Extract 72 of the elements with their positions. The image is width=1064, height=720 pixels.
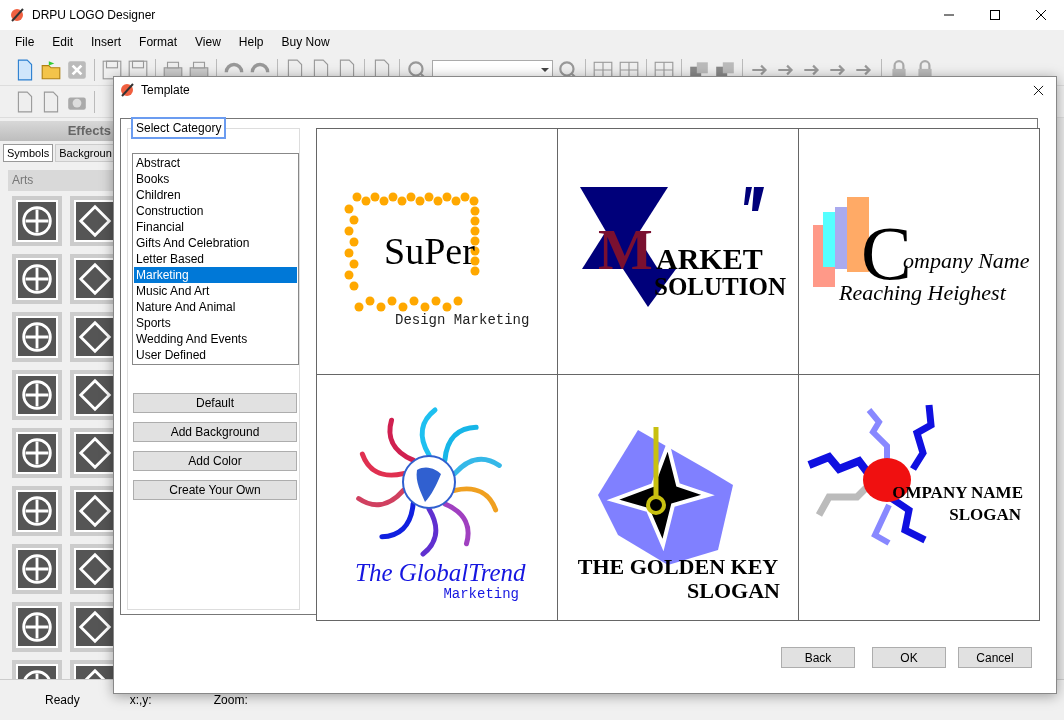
template-tile[interactable]: The GlobalTrend Marketing: [317, 375, 557, 620]
save-icon[interactable]: [101, 58, 123, 81]
category-item[interactable]: Marketing: [134, 267, 297, 283]
panel-tab[interactable]: Symbols: [3, 144, 54, 162]
category-item[interactable]: Letter Based: [134, 251, 297, 267]
category-item[interactable]: Abstract: [134, 155, 297, 171]
symbol-tile[interactable]: [70, 196, 113, 247]
panel-header: Effects: [0, 121, 113, 141]
menu-item[interactable]: Edit: [43, 35, 83, 49]
window-title: DRPU LOGO Designer: [32, 8, 156, 22]
symbol-tile[interactable]: [12, 544, 62, 595]
template-tile[interactable]: SuPer Design Marketing: [317, 129, 557, 374]
panel-tab[interactable]: Backgroun: [55, 144, 113, 162]
action-button[interactable]: Add Background: [133, 422, 297, 442]
action-button[interactable]: Default: [133, 393, 297, 413]
symbol-tile[interactable]: [70, 428, 113, 479]
brush-icon: [119, 82, 135, 98]
section-header: Arts: [8, 170, 113, 192]
symbol-tile[interactable]: [70, 254, 113, 305]
category-item[interactable]: Music And Art: [134, 283, 297, 299]
menu-item[interactable]: Help: [229, 35, 273, 49]
dialog-button[interactable]: Cancel: [958, 647, 1032, 668]
symbol-tile[interactable]: [12, 312, 62, 363]
template-tile[interactable]: THE GOLDEN KEY SLOGAN: [558, 375, 798, 620]
brush-icon: [9, 7, 25, 23]
action-button[interactable]: Add Color: [133, 451, 297, 471]
logo-text: THE GOLDEN KEY: [577, 554, 779, 579]
category-item[interactable]: Nature And Animal: [134, 299, 297, 315]
logo-text: ARKET: [656, 242, 763, 275]
logo-text: Marketing: [443, 586, 519, 602]
category-item[interactable]: Gifts And Celebration: [134, 235, 297, 251]
status-text: Ready: [45, 693, 80, 707]
close-icon[interactable]: [1033, 84, 1044, 96]
action-button[interactable]: Create Your Own: [133, 480, 297, 500]
dialog-title: Template: [141, 83, 190, 97]
category-item[interactable]: Children: [134, 187, 297, 203]
menu-item[interactable]: Format: [130, 35, 187, 49]
symbol-tile[interactable]: [12, 602, 62, 653]
category-item[interactable]: User Defined: [134, 347, 297, 363]
caret-icon[interactable]: [541, 67, 549, 72]
dialog-button[interactable]: OK: [872, 647, 946, 668]
status-text: Zoom:: [213, 693, 248, 707]
category-item[interactable]: Books: [134, 171, 297, 187]
symbol-tile[interactable]: [12, 254, 62, 305]
menu-item[interactable]: File: [6, 35, 44, 49]
menu-item[interactable]: Insert: [82, 35, 131, 49]
logo-text: The GlobalTrend: [355, 559, 526, 586]
status-text: x:,y:: [129, 693, 152, 707]
symbol-tile[interactable]: [70, 370, 113, 421]
dialog-button[interactable]: Back: [781, 647, 855, 668]
symbol-tile[interactable]: [70, 486, 113, 537]
logo-text: M: [598, 217, 653, 282]
category-item[interactable]: Financial: [134, 219, 297, 235]
symbol-tile[interactable]: [12, 486, 62, 537]
logo-text: Reaching Heighest: [839, 280, 1006, 305]
symbol-tile[interactable]: [70, 312, 113, 363]
menu-item[interactable]: View: [186, 35, 230, 49]
symbol-tile[interactable]: [12, 370, 62, 421]
logo-text: Design Marketing: [395, 312, 530, 328]
folder-icon[interactable]: [40, 58, 62, 81]
category-item[interactable]: Construction: [134, 203, 297, 219]
menu-item[interactable]: Buy Now: [272, 35, 339, 49]
logo-text: SuPer: [384, 230, 475, 272]
category-item[interactable]: Wedding And Events: [134, 331, 297, 347]
logo-text: SLOGAN: [949, 505, 1021, 524]
symbol-tile[interactable]: [12, 428, 62, 479]
group-label: Select Category: [131, 117, 227, 139]
symbol-tile[interactable]: [12, 196, 62, 247]
category-item[interactable]: Sports: [134, 315, 297, 331]
symbol-tile[interactable]: [70, 544, 113, 595]
logo-text: SLOGAN: [687, 578, 780, 603]
symbol-tile[interactable]: [70, 602, 113, 653]
